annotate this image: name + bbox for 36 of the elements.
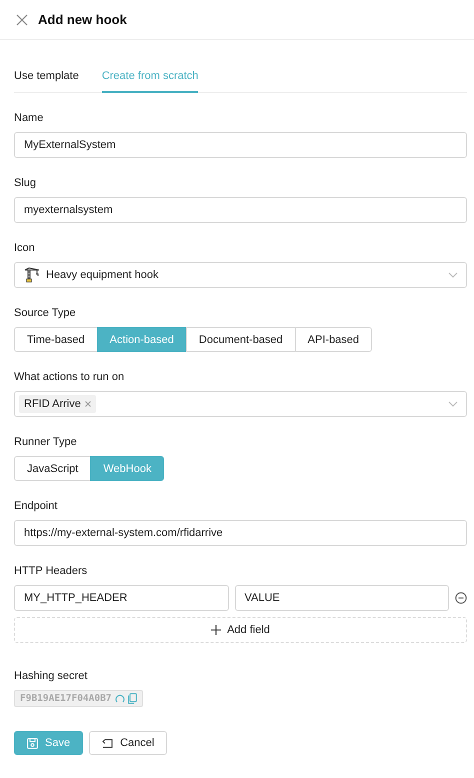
multi-select[interactable]: RFID Arrive — [14, 391, 467, 417]
chevron-down-icon — [448, 401, 458, 407]
text-field[interactable]: myexternalsystem — [14, 197, 467, 223]
undo-icon — [102, 738, 114, 748]
remove-icon[interactable] — [455, 592, 467, 604]
field-label: Name — [14, 112, 44, 125]
field-label: Endpoint — [14, 500, 58, 513]
add-field-button[interactable]: Add field — [14, 617, 467, 643]
segment-option[interactable]: API-based — [294, 327, 372, 352]
tab[interactable]: Use template — [14, 68, 79, 93]
text-field[interactable]: MyExternalSystem — [14, 132, 467, 158]
save-icon — [27, 738, 38, 748]
field-label: Hashing secret — [14, 670, 88, 683]
plus-icon — [211, 625, 222, 635]
segment-option[interactable]: Document-based — [186, 327, 296, 352]
close-icon[interactable] — [16, 14, 28, 26]
field-label: What actions to run on — [14, 371, 126, 384]
field-label: HTTP Headers — [14, 565, 88, 578]
refresh-icon[interactable] — [114, 694, 125, 704]
crane-icon — [24, 267, 40, 283]
field-label: Source Type — [14, 307, 77, 320]
field-label: Runner Type — [14, 436, 78, 449]
segment-option[interactable]: JavaScript — [14, 456, 92, 481]
text-field[interactable]: https://my-external-system.com/rfidarrive — [14, 520, 467, 546]
segment-option[interactable]: Time-based — [14, 327, 98, 352]
header-key-field[interactable]: MY_HTTP_HEADER — [14, 585, 228, 611]
header-value-field[interactable]: VALUE — [234, 585, 449, 611]
secret-value: F9B19AE17F04A0B7 — [20, 693, 112, 704]
cancel-button[interactable]: Cancel — [89, 731, 168, 755]
chevron-down-icon — [448, 272, 458, 278]
action-tag: RFID Arrive — [19, 395, 96, 413]
icon-select[interactable]: Heavy equipment hook — [14, 262, 467, 288]
field-label: Icon — [14, 242, 36, 255]
field-label: Slug — [14, 177, 38, 190]
dialog-title: Add new hook — [38, 12, 127, 27]
copy-icon[interactable] — [128, 693, 137, 704]
